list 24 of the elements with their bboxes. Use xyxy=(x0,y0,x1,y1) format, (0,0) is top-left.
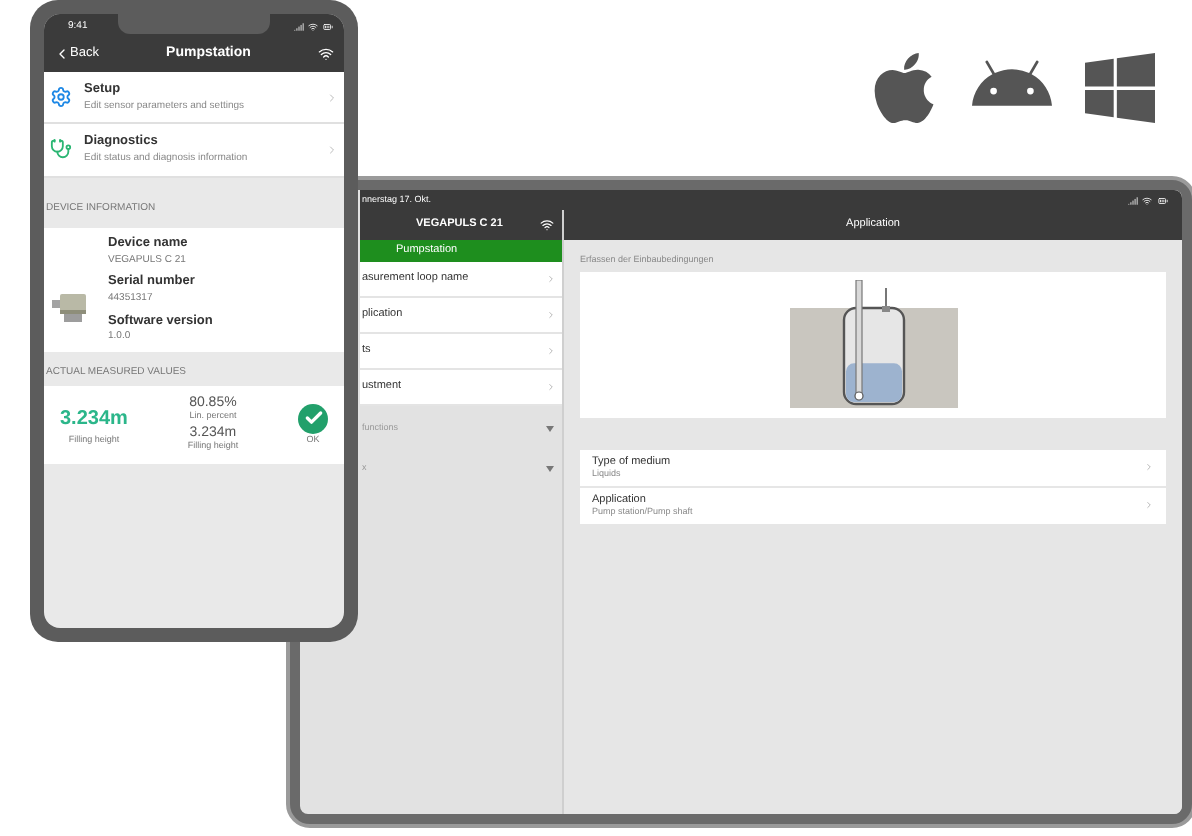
chevron-right-icon xyxy=(546,346,556,356)
battery-icon xyxy=(1156,195,1170,205)
chevron-right-icon xyxy=(326,91,338,104)
chevron-right-icon xyxy=(1144,462,1154,473)
back-chevron-icon xyxy=(54,45,70,62)
wifi-icon xyxy=(318,45,334,62)
wifi-icon xyxy=(308,22,318,33)
settings-icon xyxy=(50,86,72,109)
wifi-icon xyxy=(540,218,554,232)
chevron-right-icon xyxy=(546,274,556,284)
caret-icon xyxy=(546,425,554,431)
caret-icon xyxy=(546,465,554,471)
window-panes-icon xyxy=(1080,48,1160,128)
main-value: 3.234m xyxy=(60,405,128,434)
battery-icon xyxy=(322,22,334,33)
signal-icon xyxy=(1128,195,1138,205)
stethoscope-icon xyxy=(50,138,72,161)
chevron-right-icon xyxy=(546,310,556,320)
chevron-right-icon xyxy=(326,143,338,156)
signal-icon xyxy=(294,22,304,33)
sensor-device-icon xyxy=(52,291,88,324)
chevron-right-icon xyxy=(546,382,556,392)
wifi-icon xyxy=(1142,195,1152,205)
chevron-right-icon xyxy=(1144,500,1154,511)
